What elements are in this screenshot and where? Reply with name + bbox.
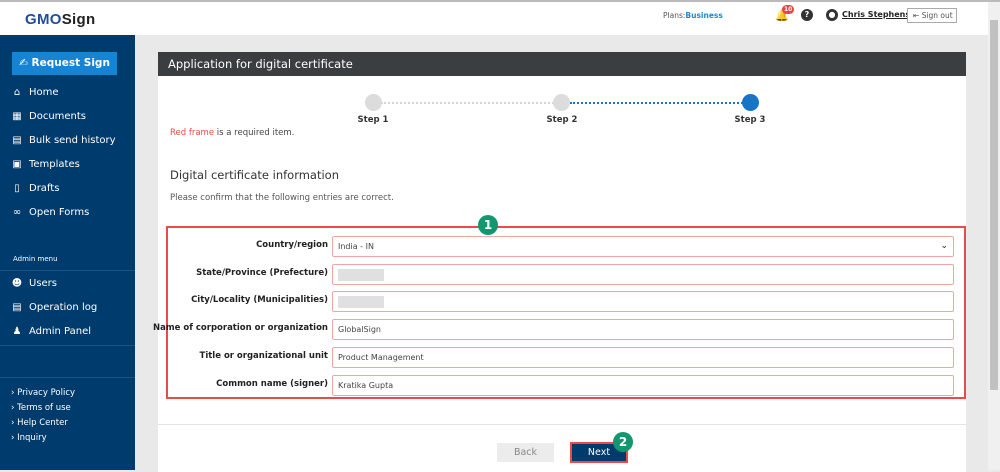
link-label: Privacy Policy — [17, 388, 76, 398]
sidebar-item-label: Open Forms — [29, 207, 90, 218]
help-center-link[interactable]: › Help Center — [11, 418, 68, 428]
sidebar-item-users[interactable]: ☻ Users — [11, 278, 57, 289]
redacted-value — [338, 268, 384, 281]
scrollbar-thumb[interactable] — [990, 20, 998, 390]
plan-indicator: Plans:Business — [663, 11, 723, 20]
request-sign-button[interactable]: ✍ Request Sign — [12, 52, 117, 75]
organization-input[interactable]: GlobalSign — [332, 319, 954, 340]
step-3-label: Step 3 — [734, 115, 766, 125]
chevron-down-icon: ⌄ — [940, 241, 948, 251]
field-value: India - IN — [338, 242, 374, 251]
link-icon: ∞ — [12, 207, 22, 218]
sidebar-item-label: Operation log — [29, 302, 98, 313]
sidebar-item-home[interactable]: ⌂ Home — [11, 87, 59, 98]
sidebar-item-label: Documents — [29, 111, 87, 122]
link-label: Inquiry — [17, 433, 47, 443]
country-region-select[interactable]: India - IN ⌄ — [332, 236, 954, 257]
field-label: Common name (signer) — [216, 379, 328, 389]
footer-divider — [158, 424, 966, 425]
city-locality-input[interactable] — [332, 291, 954, 312]
user-icon: ☻ — [11, 278, 23, 289]
sidebar-item-operation-log[interactable]: ▤ Operation log — [11, 302, 97, 313]
plans-value: Business — [685, 11, 723, 20]
sign-out-button[interactable]: ⇤ Sign out — [907, 8, 957, 23]
redacted-value — [338, 295, 384, 308]
back-button[interactable]: Back — [497, 443, 554, 462]
admin-menu-label: Admin menu — [13, 255, 58, 263]
page-title: Application for digital certificate — [158, 52, 966, 76]
help-icon[interactable]: ? — [801, 9, 813, 21]
common-name-row: Common name (signer) Kratika Gupta — [166, 375, 966, 396]
common-name-input[interactable]: Kratika Gupta — [332, 375, 954, 396]
step-3-dot-active — [742, 94, 759, 111]
bulk-send-icon: ▤ — [12, 135, 22, 146]
state-province-input[interactable] — [332, 264, 954, 285]
inquiry-link[interactable]: › Inquiry — [11, 433, 47, 443]
handshake-icon: ✍ — [19, 57, 28, 69]
state-province-row: State/Province (Prefecture) — [166, 264, 966, 285]
annotation-marker-2: 2 — [613, 432, 633, 452]
request-sign-label: Request Sign — [31, 57, 110, 69]
sidebar-item-label: Drafts — [29, 183, 60, 194]
templates-icon: ▣ — [12, 159, 22, 170]
gmosign-logo[interactable]: GMOSign — [25, 11, 95, 28]
sidebar-item-label: Users — [29, 278, 58, 289]
field-label: Country/region — [256, 240, 328, 250]
step-1-label: Step 1 — [357, 115, 389, 125]
user-name-link[interactable]: Chris Stephens — [842, 10, 910, 19]
privacy-policy-link[interactable]: › Privacy Policy — [11, 388, 75, 398]
documents-icon: ▦ — [12, 111, 22, 122]
field-label: Name of corporation or organization — [152, 323, 328, 333]
log-icon: ▤ — [12, 302, 22, 313]
org-unit-input[interactable]: Product Management — [332, 347, 954, 368]
plans-label: Plans: — [663, 11, 686, 20]
sidebar-item-drafts[interactable]: ▯ Drafts — [11, 183, 59, 194]
step-connector — [381, 102, 561, 104]
required-rest-text: is a required item. — [214, 128, 295, 138]
step-2-dot — [553, 94, 570, 111]
divider — [0, 377, 135, 378]
drafts-icon: ▯ — [14, 183, 20, 194]
sidebar-item-label: Templates — [29, 159, 80, 170]
field-label: City/Locality (Municipalities) — [191, 295, 328, 305]
organization-row: Name of corporation or organization Globa… — [153, 319, 966, 340]
sidebar-item-bulk-send-history[interactable]: ▤ Bulk send history — [11, 135, 116, 146]
terms-of-use-link[interactable]: › Terms of use — [11, 403, 71, 413]
country-region-row: Country/region India - IN ⌄ — [166, 236, 966, 257]
divider — [0, 270, 135, 271]
step-1-dot — [365, 94, 382, 111]
top-header: GMOSign — [0, 2, 988, 35]
sidebar: ✍ Request Sign ⌂ Home ▦ Documents ▤ Bulk se… — [0, 35, 135, 470]
city-locality-row: City/Locality (Municipalities) — [166, 291, 966, 312]
sidebar-item-label: Admin Panel — [29, 326, 92, 337]
org-unit-row: Title or organizational unit Product Mana… — [166, 347, 966, 368]
required-note: Red frame is a required item. — [170, 128, 294, 138]
sidebar-item-templates[interactable]: ▣ Templates — [11, 159, 80, 170]
divider — [0, 345, 135, 346]
sign-out-icon: ⇤ — [913, 11, 920, 20]
scrollbar[interactable] — [988, 2, 1000, 470]
user-avatar-icon: ● — [826, 9, 838, 21]
section-subtitle: Please confirm that the following entrie… — [170, 193, 394, 203]
link-label: Terms of use — [17, 403, 71, 413]
admin-icon: ♟ — [12, 326, 22, 337]
sidebar-item-documents[interactable]: ▦ Documents — [11, 111, 86, 122]
section-title: Digital certificate information — [170, 168, 340, 182]
field-label: State/Province (Prefecture) — [196, 268, 328, 278]
link-label: Help Center — [17, 418, 68, 428]
sidebar-item-label: Bulk send history — [29, 135, 116, 146]
sidebar-item-open-forms[interactable]: ∞ Open Forms — [11, 207, 89, 218]
home-icon: ⌂ — [13, 87, 21, 98]
required-red-text: Red frame — [170, 128, 215, 138]
step-connector-active — [570, 102, 750, 104]
step-2-label: Step 2 — [546, 115, 578, 125]
sign-out-label: Sign out — [921, 11, 953, 20]
field-label: Title or organizational unit — [199, 351, 328, 361]
sidebar-item-admin-panel[interactable]: ♟ Admin Panel — [11, 326, 92, 337]
annotation-marker-1: 1 — [478, 215, 498, 235]
notification-badge: 10 — [782, 5, 795, 14]
sidebar-item-label: Home — [29, 87, 59, 98]
